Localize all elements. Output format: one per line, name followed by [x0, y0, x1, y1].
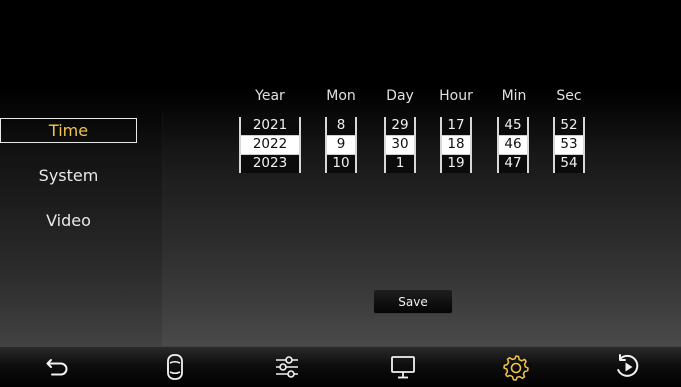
month-header: Mon	[326, 88, 356, 104]
hour-selected-value[interactable]: 18	[442, 136, 470, 154]
save-button[interactable]: Save	[373, 289, 453, 314]
minute-header: Min	[501, 88, 527, 104]
day-picker[interactable]: 29 30 1	[384, 117, 416, 173]
hour-header: Hour	[439, 88, 473, 104]
year-header: Year	[255, 88, 285, 104]
sidebar-item-video[interactable]: Video	[0, 208, 137, 233]
back-arrow-icon	[46, 359, 68, 376]
month-prev-value[interactable]: 8	[327, 117, 355, 136]
sidebar: Time System Video	[0, 110, 163, 346]
hour-prev-value[interactable]: 17	[442, 117, 470, 136]
minute-next-value[interactable]: 47	[499, 154, 527, 173]
year-prev-value[interactable]: 2021	[241, 117, 299, 136]
car-icon	[167, 354, 183, 380]
year-next-value[interactable]: 2023	[241, 154, 299, 173]
minute-selected-value[interactable]: 46	[499, 136, 527, 154]
car-button[interactable]	[155, 352, 195, 382]
sidebar-item-label: Time	[48, 121, 89, 140]
second-prev-value[interactable]: 52	[555, 117, 583, 136]
settings-gear-button[interactable]	[496, 352, 536, 382]
second-selected-value[interactable]: 53	[555, 136, 583, 154]
monitor-icon	[391, 356, 415, 379]
second-header: Sec	[556, 88, 582, 104]
bottom-nav-bar	[0, 346, 681, 387]
display-button[interactable]	[383, 352, 423, 382]
main-area: Time System Video Year Mon Day Hour Min …	[0, 0, 681, 346]
day-selected-value[interactable]: 30	[386, 136, 414, 154]
replay-button[interactable]	[608, 352, 648, 382]
day-next-value[interactable]: 1	[386, 154, 414, 173]
month-selected-value[interactable]: 9	[327, 136, 355, 154]
minute-prev-value[interactable]: 45	[499, 117, 527, 136]
second-picker[interactable]: 52 53 54	[553, 117, 585, 173]
year-selected-value[interactable]: 2022	[241, 136, 299, 154]
month-next-value[interactable]: 10	[327, 154, 355, 173]
replay-icon	[617, 354, 639, 377]
day-header: Day	[386, 88, 414, 104]
month-picker[interactable]: 8 9 10	[325, 117, 357, 173]
minute-picker[interactable]: 45 46 47	[497, 117, 529, 173]
gear-icon	[503, 355, 529, 381]
year-picker[interactable]: 2021 2022 2023	[239, 117, 301, 173]
back-button[interactable]	[39, 352, 79, 382]
sidebar-item-system[interactable]: System	[0, 163, 137, 188]
settings-sliders-button[interactable]	[267, 352, 307, 382]
second-next-value[interactable]: 54	[555, 154, 583, 173]
sidebar-item-time[interactable]: Time	[0, 118, 137, 143]
sliders-icon	[276, 356, 298, 378]
day-prev-value[interactable]: 29	[386, 117, 414, 136]
hour-next-value[interactable]: 19	[442, 154, 470, 173]
hour-picker[interactable]: 17 18 19	[440, 117, 472, 173]
sidebar-item-label: System	[38, 166, 99, 185]
sidebar-item-label: Video	[46, 211, 91, 230]
